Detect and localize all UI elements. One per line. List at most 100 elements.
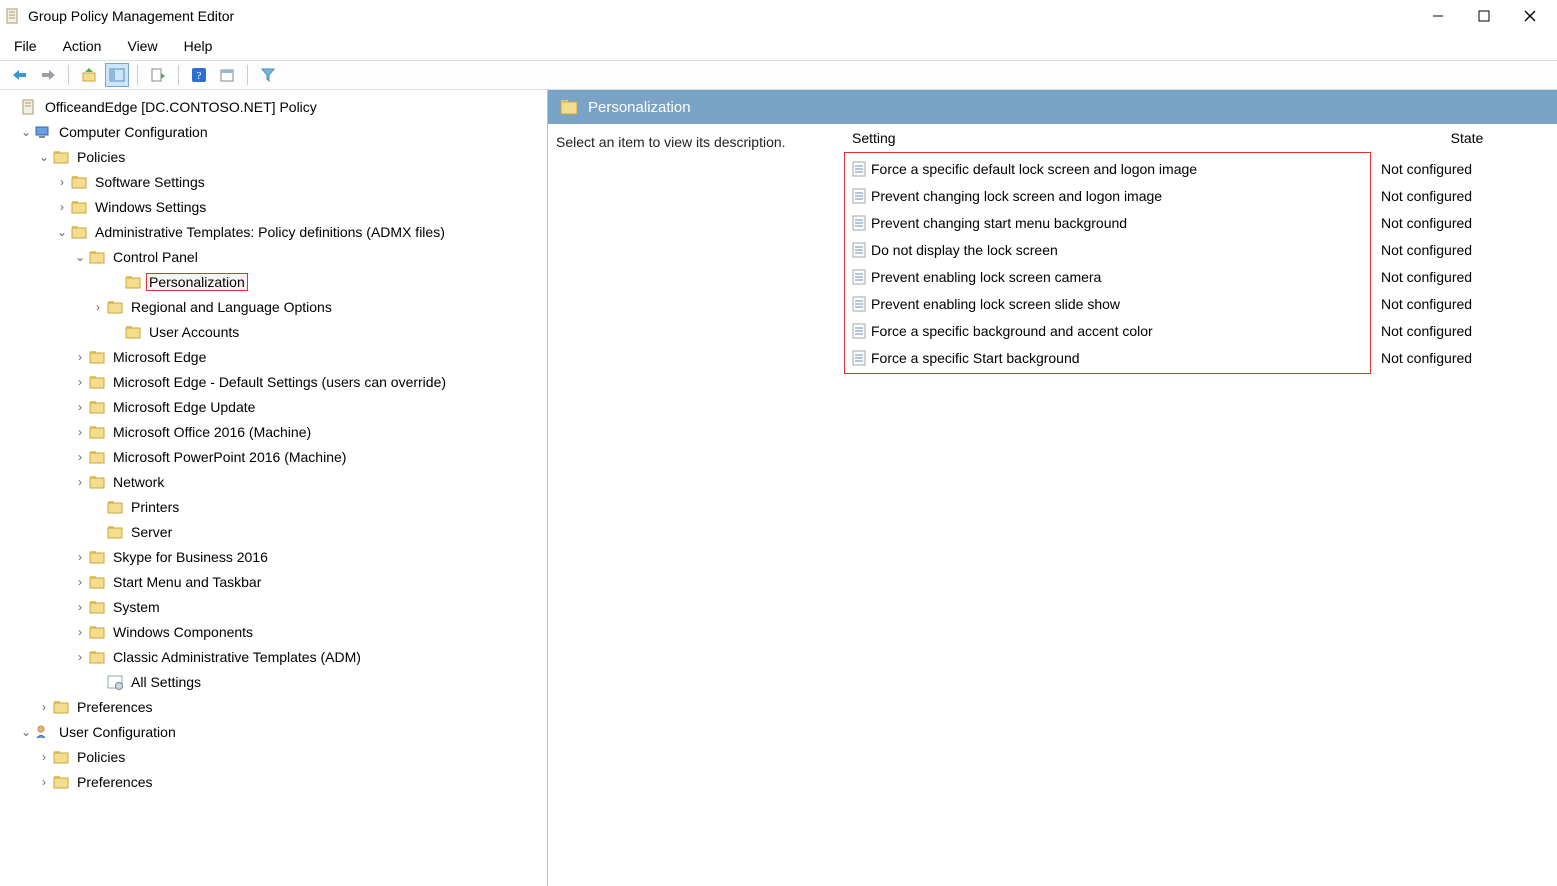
tree-system[interactable]: › System [0,594,547,619]
expand-icon[interactable]: › [72,624,88,640]
tree-edge-default[interactable]: › Microsoft Edge - Default Settings (user… [0,369,547,394]
folder-icon [88,348,106,366]
tree-user-accounts[interactable]: ›User Accounts [0,319,547,344]
tree-label: Administrative Templates: Policy definit… [92,223,448,241]
minimize-button[interactable] [1415,1,1461,31]
setting-row[interactable]: Prevent enabling lock screen slide show [845,290,1370,317]
up-button[interactable] [77,63,101,87]
expand-icon[interactable]: › [54,174,70,190]
close-button[interactable] [1507,1,1553,31]
tree-root[interactable]: ▾ OfficeandEdge [DC.CONTOSO.NET] Policy [0,94,547,119]
menu-action[interactable]: Action [59,36,106,56]
tree-user-configuration[interactable]: ⌄ User Configuration [0,719,547,744]
collapse-icon[interactable]: ⌄ [54,224,70,240]
expand-icon[interactable]: › [72,549,88,565]
folder-icon [88,248,106,266]
tree-policies[interactable]: ⌄ Policies [0,144,547,169]
filter-button[interactable] [256,63,280,87]
expand-icon[interactable]: › [36,749,52,765]
tree-printers[interactable]: ›Printers [0,494,547,519]
tree-user-preferences[interactable]: › Preferences [0,769,547,794]
collapse-icon[interactable]: ⌄ [18,124,34,140]
expand-icon[interactable]: › [72,474,88,490]
column-header-state[interactable]: State [1377,124,1557,152]
collapse-icon[interactable]: ⌄ [18,724,34,740]
tree-windows-settings[interactable]: › Windows Settings [0,194,547,219]
show-hide-tree-button[interactable] [105,63,129,87]
tree-admin-templates[interactable]: ⌄ Administrative Templates: Policy defini… [0,219,547,244]
collapse-icon[interactable]: ⌄ [72,249,88,265]
tree-label: Windows Components [110,623,256,641]
tree-regional[interactable]: ›Regional and Language Options [0,294,547,319]
tree-edge-update[interactable]: › Microsoft Edge Update [0,394,547,419]
setting-row[interactable]: Prevent changing lock screen and logon i… [845,182,1370,209]
menu-help[interactable]: Help [180,36,217,56]
tree-label: Microsoft Edge [110,348,209,366]
toolbar-separator [178,65,179,85]
expand-icon[interactable]: › [72,574,88,590]
tree-win-components[interactable]: › Windows Components [0,619,547,644]
tree-computer-configuration[interactable]: ⌄ Computer Configuration [0,119,547,144]
setting-row[interactable]: Force a specific background and accent c… [845,317,1370,344]
tree-label: System [110,598,163,616]
expand-icon[interactable]: › [72,424,88,440]
tree-label: Preferences [74,773,155,791]
tree-server[interactable]: ›Server [0,519,547,544]
setting-icon [851,161,867,177]
collapse-icon[interactable]: ⌄ [36,149,52,165]
tree-label: Microsoft Edge - Default Settings (users… [110,373,449,391]
setting-row[interactable]: Prevent changing start menu background [845,209,1370,236]
tree-pane[interactable]: ▾ OfficeandEdge [DC.CONTOSO.NET] Policy … [0,90,548,886]
tree-label: OfficeandEdge [DC.CONTOSO.NET] Policy [42,98,320,116]
setting-row[interactable]: Force a specific default lock screen and… [845,155,1370,182]
expand-icon[interactable]: › [72,399,88,415]
expand-icon[interactable]: › [90,299,106,315]
tree-classic-adm[interactable]: ›Classic Administrative Templates (ADM) [0,644,547,669]
tree-personalization[interactable]: ›Personalization [0,269,547,294]
column-header-setting[interactable]: Setting [844,124,1377,152]
back-button[interactable] [8,63,32,87]
expand-icon[interactable]: › [72,349,88,365]
tree-user-policies[interactable]: ›Policies [0,744,547,769]
maximize-button[interactable] [1461,1,1507,31]
folder-icon [560,99,578,115]
expand-icon[interactable]: › [72,599,88,615]
tree-label: Microsoft Edge Update [110,398,258,416]
expand-icon[interactable]: › [54,199,70,215]
tree-office2016[interactable]: ›Microsoft Office 2016 (Machine) [0,419,547,444]
folder-icon [88,548,106,566]
properties-button[interactable] [215,63,239,87]
svg-text:?: ? [197,70,202,82]
tree-all-settings[interactable]: ›All Settings [0,669,547,694]
setting-row[interactable]: Do not display the lock screen [845,236,1370,263]
tree-network[interactable]: ›Network [0,469,547,494]
expand-icon[interactable]: › [36,699,52,715]
tree-preferences[interactable]: ›Preferences [0,694,547,719]
tree-start-taskbar[interactable]: › Start Menu and Taskbar [0,569,547,594]
expand-icon[interactable]: › [72,374,88,390]
tree-ppt2016[interactable]: ›Microsoft PowerPoint 2016 (Machine) [0,444,547,469]
toolbar-separator [247,65,248,85]
state-cell: Not configured [1377,209,1557,236]
tree-control-panel[interactable]: ⌄Control Panel [0,244,547,269]
tree-label: Windows Settings [92,198,209,216]
tree-software-settings[interactable]: ›Software Settings [0,169,547,194]
tree-label: Start Menu and Taskbar [110,573,264,591]
setting-name: Prevent changing start menu background [871,215,1127,231]
expand-icon[interactable]: › [36,774,52,790]
setting-row[interactable]: Prevent enabling lock screen camera [845,263,1370,290]
menu-file[interactable]: File [10,36,41,56]
tree-edge[interactable]: › Microsoft Edge [0,344,547,369]
folder-icon [88,373,106,391]
menu-view[interactable]: View [123,36,161,56]
export-button[interactable] [146,63,170,87]
help-button[interactable]: ? [187,63,211,87]
window-title: Group Policy Management Editor [28,8,1415,24]
tree-skype[interactable]: ›Skype for Business 2016 [0,544,547,569]
setting-row[interactable]: Force a specific Start background [845,344,1370,371]
expand-icon[interactable]: › [72,649,88,665]
forward-button[interactable] [36,63,60,87]
description-column: Select an item to view its description. [548,124,844,886]
expand-icon[interactable]: › [72,449,88,465]
tree-label: Computer Configuration [56,123,211,141]
